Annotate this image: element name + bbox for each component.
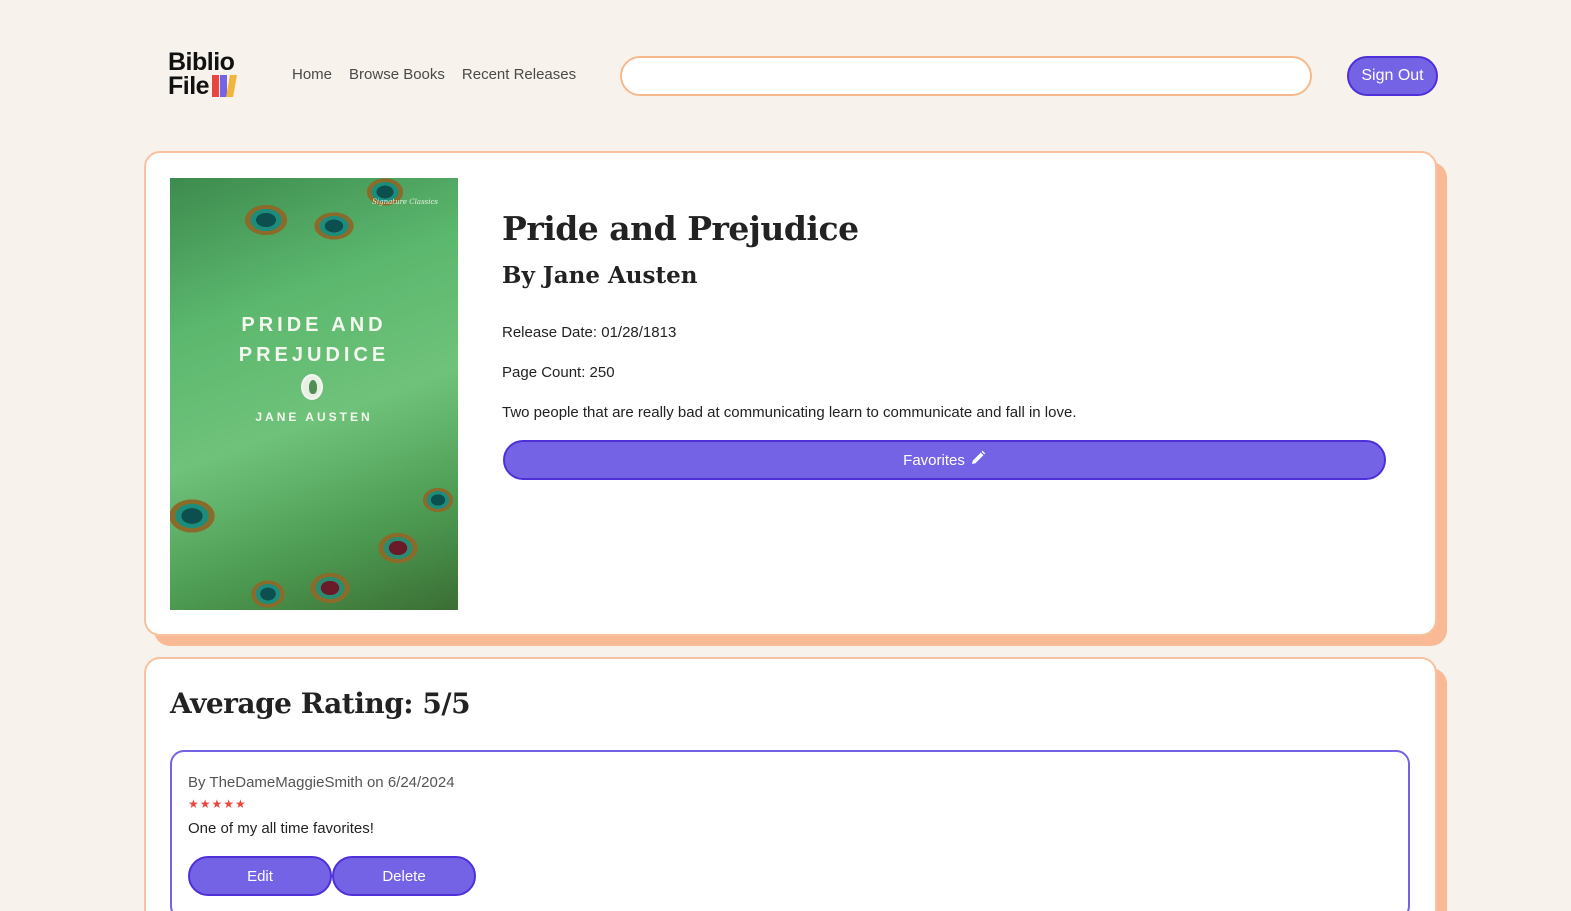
book-cover-image: Signature Classics PRIDE AND PREJUDICE J… [170,178,458,610]
logo[interactable]: Biblio File [168,50,248,100]
page-count: Page Count: 250 [502,364,615,381]
nav-home[interactable]: Home [292,66,332,83]
logo-line2: File [168,72,210,100]
cover-author: JANE AUSTEN [255,410,373,424]
book-title: Pride and Prejudice [502,209,859,248]
search-input[interactable] [620,56,1312,96]
book-card: Signature Classics PRIDE AND PREJUDICE J… [144,151,1437,636]
favorites-button[interactable]: Favorites [503,440,1386,480]
sign-out-button[interactable]: Sign Out [1347,56,1438,96]
cameo-icon [301,374,323,400]
review-stars: ★★★★★ [188,797,247,811]
review-item: By TheDameMaggieSmith on 6/24/2024 ★★★★★… [170,750,1410,911]
delete-review-button[interactable]: Delete [332,856,476,896]
pencil-icon [970,450,986,470]
average-rating: Average Rating: 5/5 [170,687,471,720]
favorites-label: Favorites [903,451,965,469]
cover-title: PRIDE AND PREJUDICE [238,314,390,366]
logo-line1: Biblio [168,48,235,76]
ratings-card: Average Rating: 5/5 By TheDameMaggieSmit… [144,657,1437,911]
review-text: One of my all time favorites! [188,820,374,837]
main-nav: Home Browse Books Recent Releases [292,66,593,83]
logo-books-icon [212,75,238,97]
edit-review-button[interactable]: Edit [188,856,332,896]
cover-series-text: Signature Classics [372,198,438,206]
header: Biblio File Home Browse Books Recent Rel… [0,0,1571,152]
review-byline: By TheDameMaggieSmith on 6/24/2024 [188,774,455,791]
release-date: Release Date: 01/28/1813 [502,324,677,341]
book-author: By Jane Austen [502,262,698,289]
nav-recent-releases[interactable]: Recent Releases [462,66,576,83]
book-description: Two people that are really bad at commun… [502,404,1077,421]
nav-browse-books[interactable]: Browse Books [349,66,445,83]
